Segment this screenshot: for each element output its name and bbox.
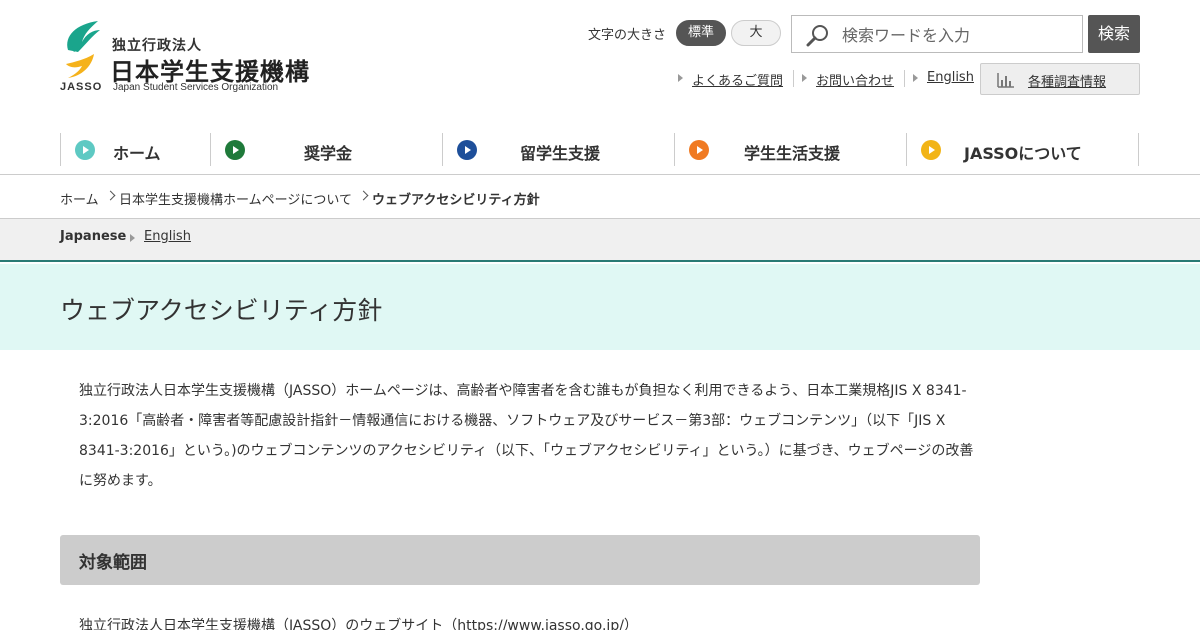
arrow-icon [130, 234, 135, 242]
survey-info-label: 各種調査情報 [1028, 75, 1107, 90]
jasso-logo-mark-icon [66, 21, 100, 78]
site-header: 独立行政法人 日本学生支援機構 JASSO Japan Student Serv… [0, 0, 1200, 130]
arrow-icon [802, 74, 807, 82]
arrow-icon [678, 74, 683, 82]
chevron-right-icon [105, 190, 116, 201]
nav-item-label: 留学生支援 [520, 144, 601, 163]
language-switcher: Japanese English [0, 219, 1200, 262]
language-english-link[interactable]: English [144, 229, 191, 244]
contact-link[interactable]: お問い合わせ [816, 70, 894, 89]
nav-item-label: ホーム [113, 144, 161, 163]
breadcrumb-current: ウェブアクセシビリティ方針 [372, 193, 540, 208]
breadcrumb-home-link[interactable]: ホーム [60, 189, 99, 208]
page-title-band: ウェブアクセシビリティ方針 [0, 264, 1200, 350]
logo-english-name: Japan Student Services Organization [113, 82, 279, 93]
section-heading-label: 対象範囲 [79, 553, 147, 573]
search-input[interactable] [842, 24, 1072, 46]
breadcrumb: ホーム 日本学生支援機構ホームページについて ウェブアクセシビリティ方針 [0, 175, 1200, 219]
font-size-standard-button[interactable]: 標準 [676, 20, 726, 46]
nav-item-international-students[interactable]: 留学生支援 [442, 133, 675, 166]
nav-item-student-life[interactable]: 学生生活支援 [674, 133, 907, 166]
logo-acronym: JASSO [60, 81, 103, 93]
nav-student-life-arrow-icon [689, 140, 709, 160]
survey-info-button[interactable]: 各種調査情報 [980, 63, 1140, 95]
chevron-right-icon [358, 190, 369, 201]
faq-link[interactable]: よくあるご質問 [692, 70, 783, 89]
nav-international-arrow-icon [457, 140, 477, 160]
nav-item-about[interactable]: JASSOについて [906, 133, 1139, 166]
language-japanese-current: Japanese [60, 229, 127, 244]
site-logo[interactable]: 独立行政法人 日本学生支援機構 JASSO Japan Student Serv… [60, 20, 320, 100]
page-title: ウェブアクセシビリティ方針 [60, 296, 383, 325]
search-icon [806, 25, 828, 47]
search-button[interactable]: 検索 [1088, 15, 1140, 53]
breadcrumb-parent-link[interactable]: 日本学生支援機構ホームページについて [119, 189, 352, 208]
nav-home-arrow-icon [75, 140, 95, 160]
english-link[interactable]: English [927, 70, 974, 85]
arrow-icon [913, 74, 918, 82]
search-box [791, 15, 1083, 53]
nav-about-arrow-icon [921, 140, 941, 160]
nav-item-scholarship[interactable]: 奨学金 [210, 133, 443, 166]
divider [793, 70, 794, 87]
divider [904, 70, 905, 87]
intro-paragraph: 独立行政法人日本学生支援機構（JASSO）ホームページは、高齢者や障害者を含む誰… [79, 383, 974, 489]
nav-item-label: 学生生活支援 [744, 144, 841, 163]
global-nav: ホーム 奨学金 留学生支援 学生生活支援 JASSOについて [0, 130, 1200, 175]
section-heading-scope: 対象範囲 [60, 535, 980, 585]
nav-item-label: 奨学金 [304, 144, 353, 163]
scope-text: 独立行政法人日本学生支援機構（JASSO）のウェブサイト（https://www… [79, 618, 638, 630]
font-size-large-button[interactable]: 大 [731, 20, 781, 46]
nav-item-home[interactable]: ホーム [60, 133, 211, 166]
font-size-label: 文字の大きさ [588, 28, 667, 43]
nav-item-label: JASSOについて [964, 144, 1082, 163]
bar-chart-icon [997, 73, 1014, 88]
nav-scholarship-arrow-icon [225, 140, 245, 160]
